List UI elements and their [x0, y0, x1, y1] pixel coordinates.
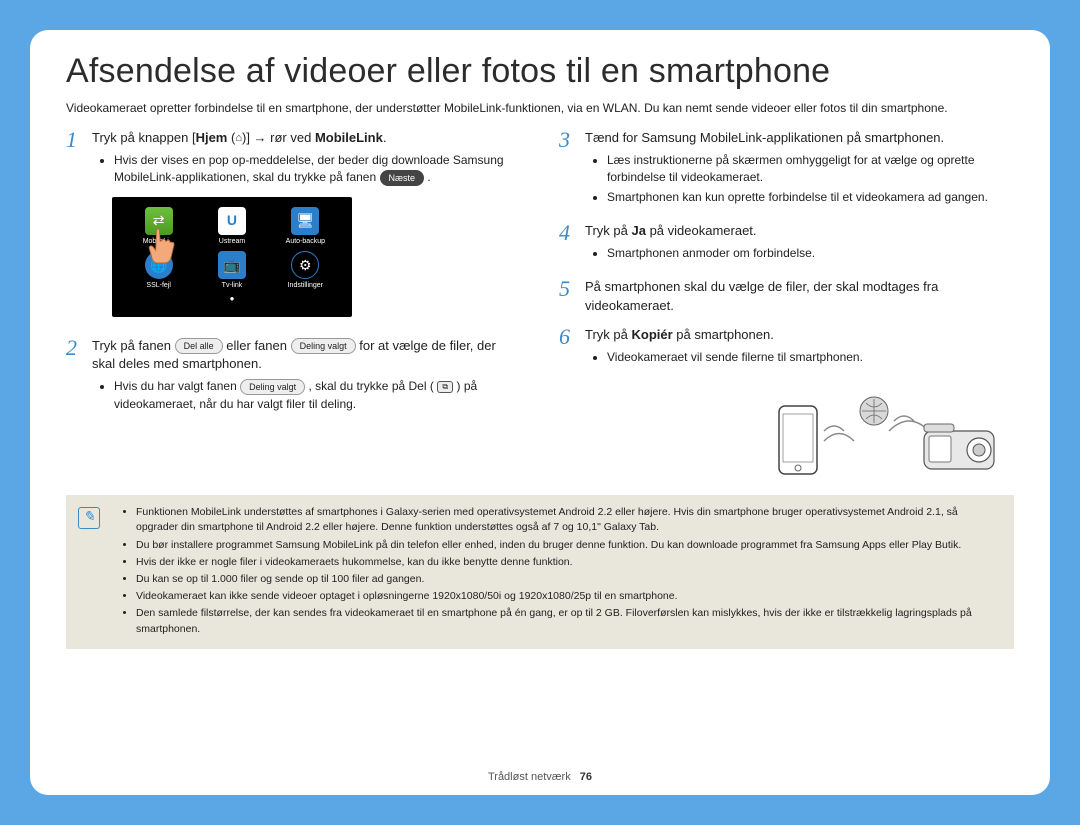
step-1-bullet: Hvis der vises en pop op-meddelelse, der… — [114, 152, 521, 187]
page-title: Afsendelse af videoer eller fotos til en… — [66, 52, 1014, 91]
share-selected-pill-small: Deling valgt — [240, 379, 305, 395]
share-selected-pill: Deling valgt — [291, 338, 356, 354]
autobackup-icon: 🖥 — [291, 207, 319, 235]
footer-section: Trådløst netværk — [488, 771, 571, 783]
step-number: 1 — [66, 129, 84, 331]
step-5-text: På smartphonen skal du vælge de filer, d… — [585, 278, 1014, 316]
page-number: 76 — [580, 771, 592, 783]
note-icon: ✎ — [78, 507, 100, 529]
note-4: Du kan se op til 1.000 filer og sende op… — [136, 572, 998, 587]
ssl-icon: 🌐 — [145, 251, 173, 279]
app-autobackup: 🖥Auto-backup — [269, 207, 342, 247]
app-tvlink: 📺Tv-link — [195, 251, 268, 291]
step-4-text: Tryk på Ja på videokameraet. — [585, 222, 1014, 241]
home-icon: ⌂ — [235, 131, 242, 147]
step-3-bullet-2: Smartphonen kan kun oprette forbindelse … — [607, 189, 1014, 206]
screen-pager: ● — [122, 293, 342, 305]
note-6: Den samlede filstørrelse, der kan sendes… — [136, 606, 998, 636]
page-footer: Trådløst netværk 76 — [30, 771, 1050, 783]
note-3: Hvis der ikke er nogle filer i videokame… — [136, 555, 998, 570]
mobilelink-icon: ⇄ — [145, 207, 173, 235]
share-all-pill: Del alle — [175, 338, 223, 354]
step-6-text: Tryk på Kopiér på smartphonen. — [585, 326, 1014, 345]
step-number: 6 — [559, 326, 577, 376]
step-6-bullet: Videokameraet vil sende filerne til smar… — [607, 349, 1014, 366]
step-1-text: Tryk på knappen [Hjem (⌂)] → rør ved Mob… — [92, 129, 521, 148]
step-2: 2 Tryk på fanen Del alle eller fanen Del… — [66, 337, 521, 423]
manual-page: Afsendelse af videoer eller fotos til en… — [30, 30, 1050, 795]
settings-icon: ⚙ — [291, 251, 319, 279]
share-icon: ⧉ — [437, 381, 453, 393]
note-box: ✎ Funktionen MobileLink understøttes af … — [66, 495, 1014, 649]
step-number: 3 — [559, 129, 577, 216]
camera-screen: ⇄MobileLi... UUstream 🖥Auto-backup 🌐SSL-… — [112, 197, 352, 317]
step-number: 4 — [559, 222, 577, 272]
app-mobilelink: ⇄MobileLi... — [122, 207, 195, 247]
ustream-icon: U — [218, 207, 246, 235]
step-number: 5 — [559, 278, 577, 320]
step-3-bullet-1: Læs instruktionerne på skærmen omhyggeli… — [607, 152, 1014, 187]
step-2-text: Tryk på fanen Del alle eller fanen Delin… — [92, 337, 521, 375]
step-4-bullet: Smartphonen anmoder om forbindelse. — [607, 245, 1014, 262]
app-sslfejl: 🌐SSL-fejl — [122, 251, 195, 291]
app-ustream: UUstream — [195, 207, 268, 247]
step-3-text: Tænd for Samsung MobileLink-applikatione… — [585, 129, 1014, 148]
step-2-bullet: Hvis du har valgt fanen Deling valgt , s… — [114, 378, 521, 413]
left-column: 1 Tryk på knappen [Hjem (⌂)] → rør ved M… — [66, 129, 521, 481]
step-1: 1 Tryk på knappen [Hjem (⌂)] → rør ved M… — [66, 129, 521, 331]
content-columns: 1 Tryk på knappen [Hjem (⌂)] → rør ved M… — [66, 129, 1014, 481]
step-3: 3 Tænd for Samsung MobileLink-applikatio… — [559, 129, 1014, 216]
step-number: 2 — [66, 337, 84, 423]
intro-paragraph: Videokameraet opretter forbindelse til e… — [66, 99, 1014, 117]
tvlink-icon: 📺 — [218, 251, 246, 279]
note-2: Du bør installere programmet Samsung Mob… — [136, 538, 998, 553]
transfer-diagram — [559, 386, 1004, 481]
right-column: 3 Tænd for Samsung MobileLink-applikatio… — [559, 129, 1014, 481]
next-pill: Næste — [380, 170, 425, 186]
app-settings: ⚙Indstillinger — [269, 251, 342, 291]
note-5: Videokameraet kan ikke sende videoer opt… — [136, 589, 998, 604]
step-5: 5 På smartphonen skal du vælge de filer,… — [559, 278, 1014, 320]
note-1: Funktionen MobileLink understøttes af sm… — [136, 505, 998, 535]
step-4: 4 Tryk på Ja på videokameraet. Smartphon… — [559, 222, 1014, 272]
step-6: 6 Tryk på Kopiér på smartphonen. Videoka… — [559, 326, 1014, 376]
